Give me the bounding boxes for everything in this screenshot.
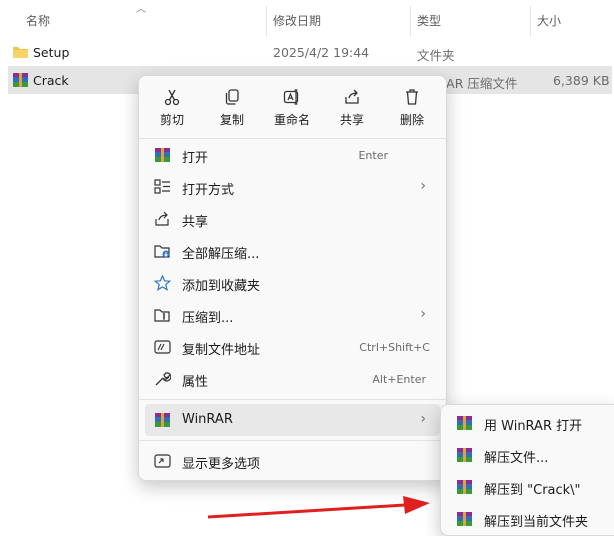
annotation-arrow [207,496,430,519]
